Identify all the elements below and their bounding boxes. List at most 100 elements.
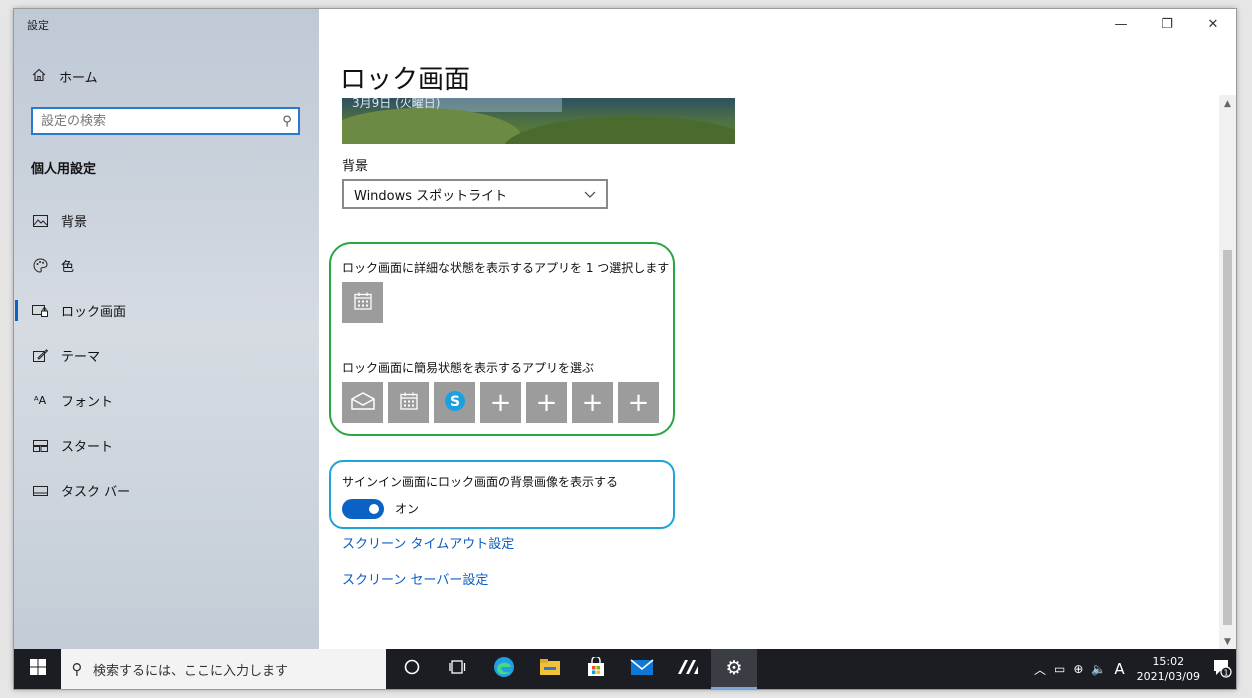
volume-icon[interactable]: 🔈 (1091, 662, 1106, 676)
image-icon (31, 214, 49, 227)
folder-icon (539, 658, 561, 680)
lock-screen-preview-image: 3月9日 (火曜日) (342, 98, 735, 144)
settings-search-input[interactable] (33, 109, 276, 133)
section-title: 個人用設定 (31, 162, 97, 177)
scroll-up-icon[interactable]: ▲ (1219, 99, 1236, 109)
quick-status-tile-add-3[interactable]: + (572, 382, 613, 423)
quick-status-tile-mail[interactable] (342, 382, 383, 423)
palette-icon (31, 258, 49, 273)
ink-icon (677, 659, 699, 679)
detailed-status-app-tile[interactable] (342, 282, 383, 323)
system-tray: ︿ ▭ ⊕ 🔈 A 15:02 2021/03/09 1 (1030, 649, 1236, 689)
cortana-button[interactable] (389, 649, 435, 689)
app-title: 設定 (27, 19, 49, 32)
quick-status-tile-calendar[interactable] (388, 382, 429, 423)
background-dropdown-value: Windows スポットライト (354, 188, 508, 204)
font-icon: ᴬA (33, 394, 47, 407)
taskbar: ⚲ 検索するには、ここに入力します ⚙ ︿ ▭ ⊕ 🔈 A 15:02 2021… (14, 649, 1236, 689)
sidebar-item-label: 背景 (61, 215, 88, 230)
page-title: ロック画面 (340, 65, 471, 95)
sidebar-item-lock-screen[interactable]: ロック画面 (14, 288, 319, 333)
plus-icon: + (535, 387, 558, 418)
gear-icon: ⚙ (725, 657, 743, 679)
task-view-button[interactable] (435, 649, 481, 689)
quick-status-tile-add-2[interactable]: + (526, 382, 567, 423)
plus-icon: + (627, 387, 650, 418)
start-button[interactable] (14, 649, 61, 689)
taskbar-app-settings[interactable]: ⚙ (711, 649, 757, 689)
close-button[interactable]: ✕ (1190, 9, 1236, 39)
mail-icon (350, 391, 375, 414)
chevron-up-icon[interactable]: ︿ (1034, 661, 1046, 678)
search-icon[interactable]: ⚲ (276, 114, 298, 129)
taskbar-icon (31, 485, 49, 496)
sidebar-item-font[interactable]: ᴬA フォント (14, 378, 319, 423)
sidebar-item-label: フォント (61, 395, 114, 410)
chevron-down-icon (584, 188, 596, 201)
notification-center-button[interactable]: 1 (1208, 649, 1236, 689)
edge-icon (493, 656, 515, 682)
clock-time: 15:02 (1152, 655, 1185, 668)
scrollbar-thumb[interactable] (1223, 250, 1232, 625)
minimize-button[interactable]: — (1098, 9, 1144, 39)
svg-text:S: S (449, 394, 459, 410)
cortana-icon (404, 659, 420, 679)
background-label: 背景 (342, 159, 369, 174)
mail-icon (630, 658, 654, 680)
search-icon: ⚲ (71, 660, 83, 678)
lock-screen-icon (31, 304, 49, 317)
sidebar-home[interactable]: ホーム (31, 67, 98, 86)
network-icon[interactable]: ⊕ (1073, 662, 1083, 676)
theme-icon (31, 349, 49, 362)
background-dropdown[interactable]: Windows スポットライト (342, 179, 608, 209)
taskbar-app-store[interactable] (573, 649, 619, 689)
sidebar-item-label: スタート (61, 440, 114, 455)
taskbar-search-placeholder: 検索するには、ここに入力します (93, 663, 289, 679)
scrollbar[interactable]: ▲ ▼ (1219, 95, 1236, 649)
settings-search-box[interactable]: ⚲ (31, 107, 300, 135)
scroll-down-icon[interactable]: ▼ (1219, 637, 1236, 647)
notification-icon: 1 (1212, 658, 1232, 681)
ime-indicator[interactable]: A (1114, 660, 1124, 678)
calendar-icon (353, 292, 372, 314)
window-controls: — ❐ ✕ (1098, 9, 1236, 39)
taskbar-app-explorer[interactable] (527, 649, 573, 689)
plus-icon: + (489, 387, 512, 418)
taskbar-app-mail[interactable] (619, 649, 665, 689)
quick-status-tile-skype[interactable]: S (434, 382, 475, 423)
sidebar-item-label: 色 (61, 260, 75, 275)
plus-icon: + (581, 387, 604, 418)
taskbar-search[interactable]: ⚲ 検索するには、ここに入力します (61, 649, 386, 689)
sidebar-item-color[interactable]: 色 (14, 243, 319, 288)
content-pane: — ❐ ✕ ロック画面 3月9日 (火曜日) 背景 Windows スポットライ… (319, 9, 1236, 649)
sidebar-item-theme[interactable]: テーマ (14, 333, 319, 378)
calendar-icon (399, 392, 418, 414)
signin-background-label: サインイン画面にロック画面の背景画像を表示する (342, 475, 619, 489)
taskbar-app-ink[interactable] (665, 649, 711, 689)
settings-window: 設定 ホーム ⚲ 個人用設定 背景 色 (14, 9, 1236, 689)
quick-status-tile-add-1[interactable]: + (480, 382, 521, 423)
restore-button[interactable]: ❐ (1144, 9, 1190, 39)
screen-saver-link[interactable]: スクリーン セーバー設定 (342, 569, 488, 588)
sidebar: 設定 ホーム ⚲ 個人用設定 背景 色 (14, 9, 319, 649)
quick-status-tile-add-4[interactable]: + (618, 382, 659, 423)
detailed-status-label: ロック画面に詳細な状態を表示するアプリを 1 つ選択します (342, 261, 670, 275)
home-label: ホーム (59, 71, 98, 86)
sidebar-item-start[interactable]: スタート (14, 423, 319, 468)
clock[interactable]: 15:02 2021/03/09 (1137, 654, 1200, 684)
taskbar-app-edge[interactable] (481, 649, 527, 689)
signin-toggle-state: オン (395, 502, 420, 516)
windows-logo-icon (29, 659, 46, 679)
sidebar-item-taskbar[interactable]: タスク バー (14, 468, 319, 513)
store-icon (586, 655, 606, 681)
sidebar-nav: 背景 色 ロック画面 テーマ ᴬA フォント スタート タスク バー (14, 198, 319, 513)
signin-background-toggle[interactable] (342, 499, 384, 519)
screen-timeout-link[interactable]: スクリーン タイムアウト設定 (342, 533, 514, 552)
sidebar-item-label: テーマ (61, 350, 101, 365)
sidebar-item-label: ロック画面 (61, 305, 127, 320)
signin-background-highlight (329, 460, 675, 529)
start-icon (31, 439, 49, 452)
preview-date: 3月9日 (火曜日) (352, 98, 441, 110)
sidebar-item-background[interactable]: 背景 (14, 198, 319, 243)
battery-icon[interactable]: ▭ (1054, 662, 1065, 676)
